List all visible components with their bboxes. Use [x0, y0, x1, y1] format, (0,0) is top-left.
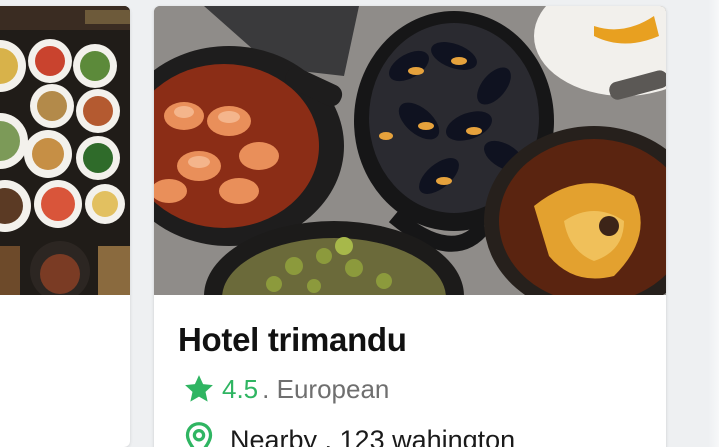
restaurant-photo[interactable]: [0, 6, 130, 295]
restaurant-photo[interactable]: [154, 6, 666, 295]
scroll-edge: [708, 0, 719, 447]
star-icon: [182, 372, 216, 406]
cuisine-label: . European: [262, 373, 390, 404]
restaurant-carousel: Hotel trimandu 4.5 . European Nearby . 1…: [0, 0, 719, 447]
restaurant-name[interactable]: Hotel trimandu: [178, 321, 407, 359]
restaurant-card-previous[interactable]: [0, 6, 130, 447]
rating-value: 4.5: [222, 373, 259, 404]
location-row: Nearby . 123 wahington: [182, 420, 515, 447]
restaurant-card[interactable]: Hotel trimandu 4.5 . European Nearby . 1…: [154, 6, 666, 447]
address-text: Nearby . 123 wahington: [230, 424, 516, 447]
location-pin-icon: [182, 421, 216, 447]
rating-row: 4.5 . European: [182, 371, 389, 407]
